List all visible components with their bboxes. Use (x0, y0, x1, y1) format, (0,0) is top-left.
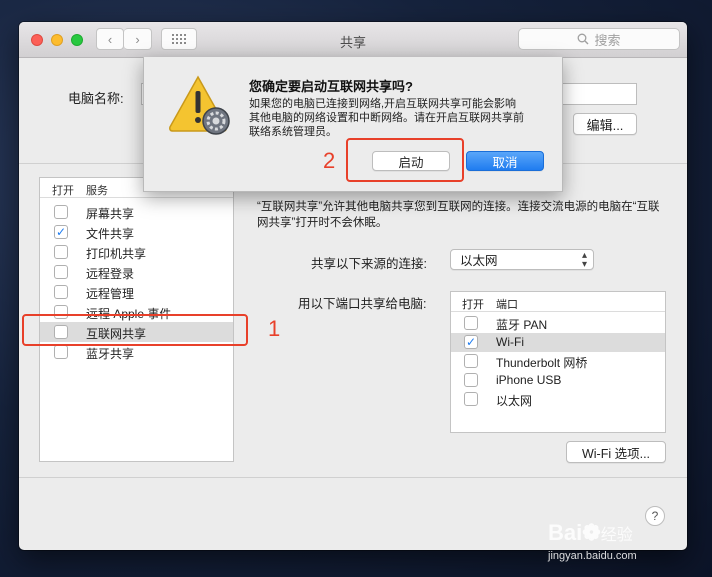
port-row-thunderbolt-bridge[interactable]: Thunderbolt 网桥 (451, 352, 665, 371)
annotation-number-1: 1 (268, 316, 281, 341)
warning-icon (169, 75, 230, 135)
service-label: 屏幕共享 (86, 207, 135, 221)
watermark-url: jingyan.baidu.com (548, 550, 637, 562)
source-select[interactable]: 以太网 ▴ ▾ (450, 249, 594, 270)
watermark-brand-tail: 经验 (600, 527, 633, 544)
paw-icon: ❁ (582, 520, 601, 545)
title-bar: ‹ › 共享 搜索 (19, 22, 687, 58)
port-row-bluetooth-pan[interactable]: 蓝牙 PAN (451, 314, 665, 333)
annotation-box-1 (22, 314, 248, 346)
ports-list-header: 打开 端口 (451, 292, 665, 312)
service-label: 远程登录 (86, 267, 135, 281)
service-row-remote-management[interactable]: 远程管理 (40, 282, 233, 302)
computer-name-label: 电脑名称: (68, 91, 124, 106)
service-label: 远程管理 (86, 287, 135, 301)
port-checkbox[interactable] (464, 316, 478, 330)
service-row-printer-sharing[interactable]: 打印机共享 (40, 242, 233, 262)
port-label: Thunderbolt 网桥 (496, 356, 588, 370)
annotation-box-2 (346, 138, 464, 182)
service-checkbox-checked[interactable]: ✓ (54, 225, 68, 239)
service-row-screen-sharing[interactable]: 屏幕共享 (40, 202, 233, 222)
service-label: 打印机共享 (86, 247, 147, 261)
cancel-button[interactable]: 取消 (466, 151, 544, 171)
service-label: 文件共享 (86, 227, 135, 241)
sharing-description: “互联网共享”允许其他电脑共享您到互联网的连接。连接交流电源的电脑在“互联网共享… (257, 201, 660, 229)
ports-label: 用以下端口共享给电脑: (298, 297, 427, 311)
annotation-number-2: 2 (323, 148, 336, 173)
service-checkbox[interactable] (54, 205, 68, 219)
service-checkbox[interactable] (54, 265, 68, 279)
port-checkbox[interactable] (464, 373, 478, 387)
port-label: iPhone USB (496, 373, 562, 387)
dialog-title: 您确定要启动互联网共享吗? (249, 79, 413, 94)
port-label: 以太网 (496, 394, 533, 408)
service-row-file-sharing[interactable]: ✓ 文件共享 (40, 222, 233, 242)
bottom-divider (19, 477, 687, 478)
port-row-iphone-usb[interactable]: iPhone USB (451, 371, 665, 390)
ports-header-port: 端口 (496, 299, 518, 311)
dialog-message-line: 如果您的电脑已连接到网络,开启互联网共享可能会影响 (249, 98, 517, 110)
checkmark-icon: ✓ (465, 335, 477, 349)
watermark-brand: Bai (548, 520, 583, 545)
search-icon (578, 33, 589, 45)
dialog-message-line: 其他电脑的网络设置和中断网络。请在开启互联网共享前 (249, 112, 524, 124)
search-placeholder: 搜索 (594, 32, 621, 48)
computer-name-field-right[interactable] (562, 83, 637, 105)
edit-button[interactable]: 编辑... (573, 113, 637, 135)
port-label: 蓝牙 PAN (496, 318, 548, 332)
port-label: Wi-Fi (496, 335, 524, 349)
help-button[interactable]: ? (645, 506, 665, 526)
chevron-updown-icon: ▴ ▾ (581, 250, 587, 270)
baidu-watermark: Bai❁经验 (548, 520, 633, 546)
service-label: 蓝牙共享 (86, 347, 135, 361)
dialog-message: 如果您的电脑已连接到网络,开启互联网共享可能会影响 其他电脑的网络设置和中断网络… (249, 97, 524, 139)
port-checkbox[interactable] (464, 392, 478, 406)
port-row-ethernet[interactable]: 以太网 (451, 390, 665, 409)
service-checkbox[interactable] (54, 285, 68, 299)
ports-list[interactable]: 打开 端口 蓝牙 PAN ✓ Wi-Fi Thunderbolt 网桥 iPho… (450, 291, 666, 433)
header-service: 服务 (86, 185, 108, 197)
source-label: 共享以下来源的连接: (311, 257, 427, 271)
ports-header-on: 打开 (462, 299, 484, 311)
checkmark-icon: ✓ (55, 225, 67, 239)
dialog-message-line: 联络系统管理员。 (249, 126, 337, 138)
source-value: 以太网 (460, 254, 498, 268)
service-checkbox[interactable] (54, 245, 68, 259)
search-field[interactable]: 搜索 (518, 28, 680, 50)
header-on: 打开 (52, 185, 74, 197)
wifi-options-button[interactable]: Wi-Fi 选项... (566, 441, 666, 463)
service-checkbox[interactable] (54, 345, 68, 359)
port-checkbox-checked[interactable]: ✓ (464, 335, 478, 349)
port-checkbox[interactable] (464, 354, 478, 368)
port-row-wifi[interactable]: ✓ Wi-Fi (451, 333, 665, 352)
service-row-remote-login[interactable]: 远程登录 (40, 262, 233, 282)
